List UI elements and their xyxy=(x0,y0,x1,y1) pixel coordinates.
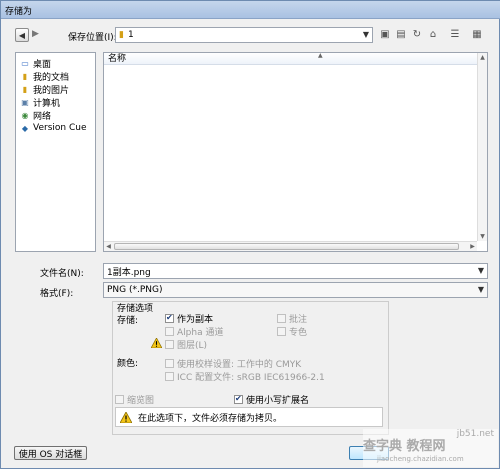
layers-checkbox[interactable]: 图层(L) xyxy=(165,338,207,351)
sidebar-list: ▭ 桌面 ▮ 我的文档 ▮ 我的图片 ▣ 计算机 ◉ 网络 ◆ Version … xyxy=(16,53,95,134)
watermark: 查字典 教程网 jb51.net jiaocheng.chazidian.com xyxy=(363,429,498,467)
proof-label: 使用校样设置: 工作中的 CMYK xyxy=(177,360,302,370)
alpha-label: Alpha 通道 xyxy=(177,328,224,338)
sidebar-item-label: 桌面 xyxy=(33,59,52,70)
forward-button[interactable]: ▶ xyxy=(32,29,39,39)
use-os-dialog-label: 使用 OS 对话框 xyxy=(18,449,83,460)
checkbox-box[interactable] xyxy=(277,314,286,323)
icc-profile-checkbox[interactable]: ICC 配置文件: sRGB IEC61966-2.1 xyxy=(165,370,325,383)
watermark-text: 查字典 教程网 xyxy=(363,439,446,454)
folder-icon: ▮ xyxy=(22,84,28,94)
filename-input[interactable]: 1副本.png ▼ xyxy=(103,263,488,279)
file-list[interactable]: 名称 ▲ ▲ ▼ ◀ ▶ xyxy=(103,52,488,252)
proof-setup-checkbox[interactable]: 使用校样设置: 工作中的 CMYK xyxy=(165,357,301,370)
filename-value: 1副本.png xyxy=(107,267,151,278)
folder-icon: ▮ xyxy=(22,71,28,81)
checkbox-box[interactable] xyxy=(234,394,243,404)
checkbox-box[interactable] xyxy=(165,359,174,368)
column-header-name[interactable]: 名称 xyxy=(104,53,477,65)
vertical-scrollbar[interactable]: ▲ ▼ xyxy=(477,53,487,241)
version-cue-icon: ◆ xyxy=(21,123,29,133)
spot-color-checkbox[interactable]: 专色 xyxy=(277,325,307,338)
scroll-thumb[interactable] xyxy=(114,243,459,250)
layers-label: 图层(L) xyxy=(177,341,208,351)
filename-label: 文件名(N): xyxy=(40,269,84,279)
refresh-icon[interactable]: ↻ xyxy=(411,29,423,41)
as-copy-label: 作为副本 xyxy=(177,315,214,325)
use-os-dialog-button[interactable]: 使用 OS 对话框 xyxy=(14,446,87,460)
folder-icon: ▮ xyxy=(119,30,124,40)
watermark-site: jb51.net xyxy=(456,429,494,439)
checkbox-box[interactable] xyxy=(165,327,174,336)
checkbox-box[interactable] xyxy=(277,327,286,336)
tools-icon[interactable]: ☰ xyxy=(449,29,461,41)
back-button[interactable]: ◀ xyxy=(15,28,29,42)
checkbox-box[interactable] xyxy=(165,340,174,349)
back-arrow-icon: ◀ xyxy=(18,30,26,40)
chevron-down-icon: ▼ xyxy=(362,30,369,39)
scroll-left-icon[interactable]: ◀ xyxy=(104,242,113,251)
checkbox-box[interactable] xyxy=(165,313,174,323)
info-message: 在此选项下，文件必须存储为拷贝。 xyxy=(115,407,383,427)
sidebar-item-network[interactable]: ◉ 网络 xyxy=(20,109,95,122)
spot-label: 专色 xyxy=(289,328,308,338)
desktop-icon: ▭ xyxy=(21,58,29,68)
lowercase-label: 使用小写扩展名 xyxy=(246,396,310,406)
sort-arrow-icon: ▲ xyxy=(318,52,323,59)
sidebar-item-my-pictures[interactable]: ▮ 我的图片 xyxy=(20,83,95,96)
sidebar-item-version-cue[interactable]: ◆ Version Cue xyxy=(20,122,95,134)
scroll-up-icon[interactable]: ▲ xyxy=(478,53,487,62)
new-folder-icon[interactable]: ▤ xyxy=(395,29,407,41)
sidebar-item-computer[interactable]: ▣ 计算机 xyxy=(20,96,95,109)
alpha-channel-checkbox[interactable]: Alpha 通道 xyxy=(165,325,223,338)
warning-icon xyxy=(120,411,132,423)
format-select[interactable]: PNG (*.PNG) ▼ xyxy=(103,282,488,298)
chevron-down-icon: ▼ xyxy=(477,266,484,275)
network-icon: ◉ xyxy=(21,110,29,120)
format-label: 格式(F): xyxy=(40,289,74,299)
checkbox-box[interactable] xyxy=(115,395,124,404)
scroll-right-icon[interactable]: ▶ xyxy=(468,242,477,251)
save-as-dialog: 存储为 ◀ ▶ 保存位置(I): ▮ 1 ▼ ▣ ▤ ↻ ⌂ ☰ ▦ ▭ 桌面 … xyxy=(0,0,500,469)
forward-arrow-icon: ▶ xyxy=(32,29,39,39)
icc-label: ICC 配置文件: sRGB IEC61966-2.1 xyxy=(177,373,325,383)
trash-icon[interactable]: ⌂ xyxy=(427,29,439,41)
as-copy-checkbox[interactable]: 作为副本 xyxy=(165,312,213,325)
title-bar: 存储为 xyxy=(1,1,500,19)
view-menu-icon[interactable]: ▦ xyxy=(471,29,483,41)
lowercase-extension-checkbox[interactable]: 使用小写扩展名 xyxy=(234,393,309,406)
notes-label: 批注 xyxy=(289,315,308,325)
window-title: 存储为 xyxy=(5,7,33,17)
thumbnail-label: 缩览图 xyxy=(127,396,155,406)
store-label: 存储: xyxy=(117,316,139,326)
scroll-down-icon[interactable]: ▼ xyxy=(478,232,487,241)
sidebar-item-my-documents[interactable]: ▮ 我的文档 xyxy=(20,70,95,83)
checkbox-box[interactable] xyxy=(165,372,174,381)
sidebar: ▭ 桌面 ▮ 我的文档 ▮ 我的图片 ▣ 计算机 ◉ 网络 ◆ Version … xyxy=(15,52,96,252)
sidebar-item-label: 我的文档 xyxy=(33,72,70,83)
message-text: 在此选项下，文件必须存储为拷贝。 xyxy=(138,413,283,424)
warning-icon xyxy=(151,338,162,348)
location-label: 保存位置(I): xyxy=(68,33,117,43)
sidebar-item-label: 我的图片 xyxy=(33,85,70,96)
chevron-down-icon: ▼ xyxy=(477,285,484,294)
horizontal-scrollbar[interactable]: ◀ ▶ xyxy=(104,241,477,251)
computer-icon: ▣ xyxy=(21,97,29,107)
watermark-sub: jiaocheng.chazidian.com xyxy=(377,455,464,463)
thumbnail-checkbox[interactable]: 缩览图 xyxy=(115,393,154,406)
location-value: 1 xyxy=(127,30,134,40)
notes-checkbox[interactable]: 批注 xyxy=(277,312,307,325)
sidebar-item-label: 计算机 xyxy=(33,98,61,109)
sidebar-item-desktop[interactable]: ▭ 桌面 xyxy=(20,57,95,70)
location-select[interactable]: ▮ 1 ▼ xyxy=(115,27,373,43)
up-folder-icon[interactable]: ▣ xyxy=(379,29,391,41)
format-value: PNG (*.PNG) xyxy=(107,285,163,295)
sidebar-item-label: 网络 xyxy=(33,111,52,122)
color-label: 颜色: xyxy=(117,359,139,369)
sidebar-item-label: Version Cue xyxy=(33,123,87,133)
